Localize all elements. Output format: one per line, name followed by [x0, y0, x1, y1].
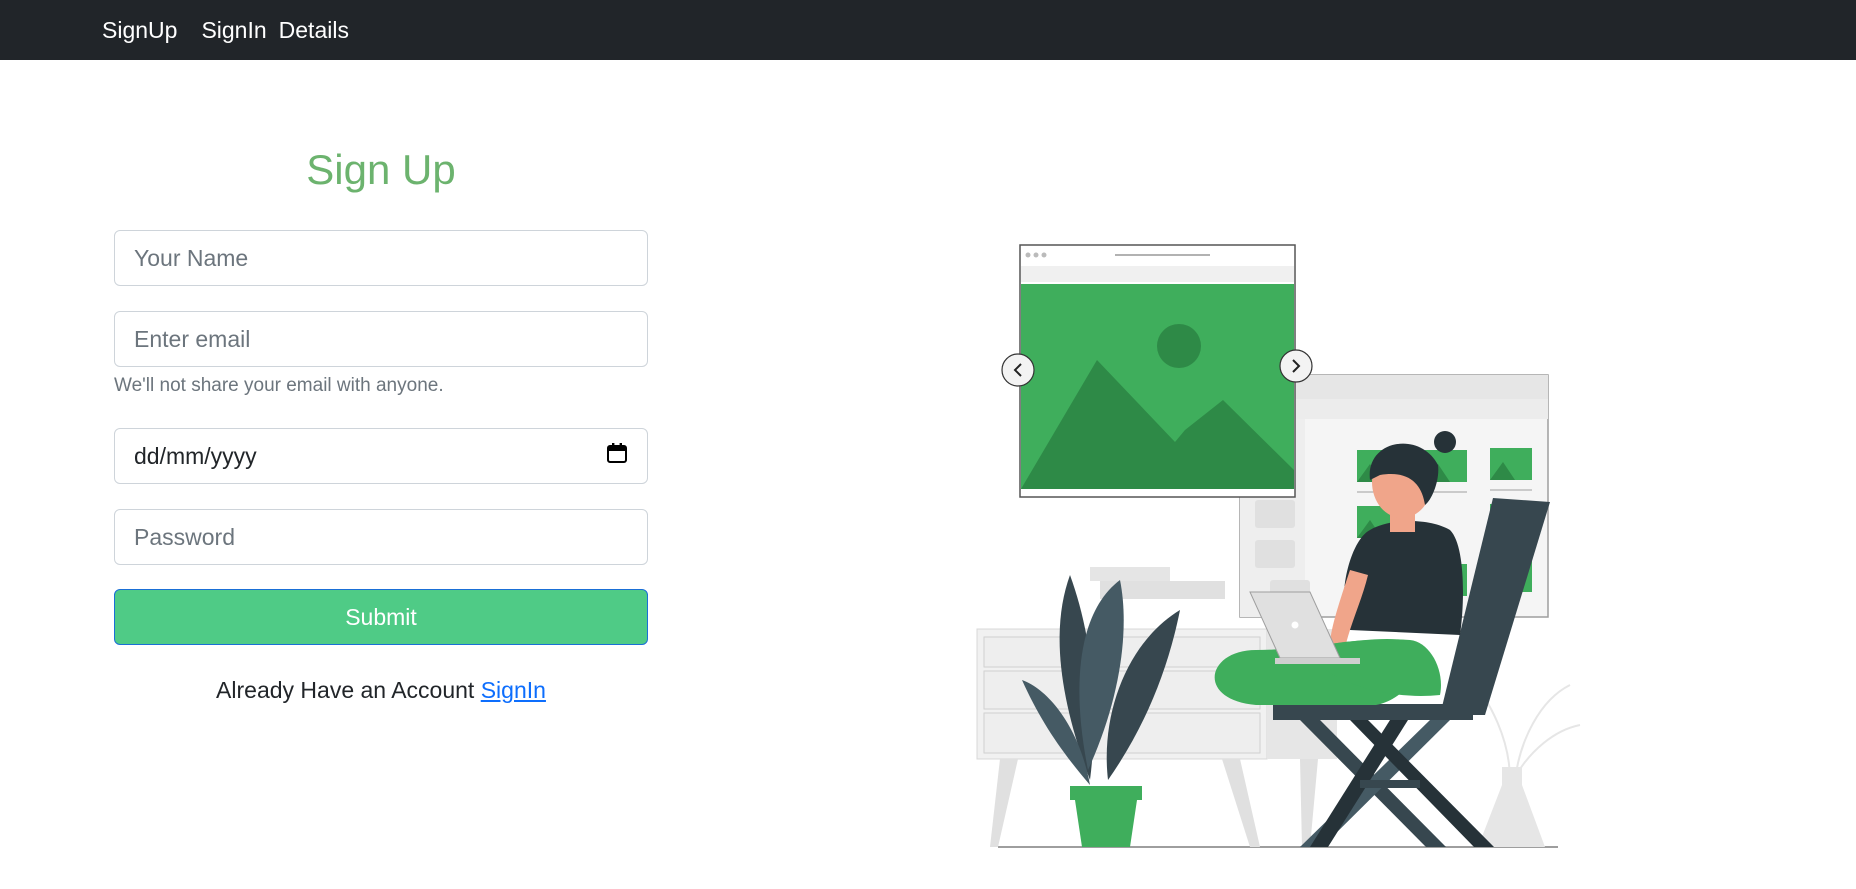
signin-prompt: Already Have an Account SignIn — [114, 677, 648, 704]
password-placeholder: Password — [134, 523, 235, 550]
nav-link-signin[interactable]: SignIn — [201, 17, 266, 44]
name-input[interactable]: Your Name — [114, 230, 648, 286]
signin-link[interactable]: SignIn — [481, 677, 546, 703]
page-title: Sign Up — [306, 146, 456, 193]
password-input[interactable]: Password — [114, 509, 648, 565]
chevron-right-icon[interactable] — [1279, 349, 1313, 383]
chevron-left-icon[interactable] — [1001, 353, 1035, 387]
nav-link-signup[interactable]: SignUp — [102, 17, 177, 44]
date-value: dd/mm/yyyy — [134, 442, 257, 469]
email-placeholder: Enter email — [134, 325, 251, 352]
image-viewer-window — [1019, 244, 1296, 498]
calendar-icon[interactable] — [606, 442, 628, 470]
email-input[interactable]: Enter email — [114, 311, 648, 367]
illustration — [976, 244, 1581, 848]
main-content: Sign Up Your Name Enter email We'll not … — [0, 60, 1856, 889]
name-placeholder: Your Name — [134, 244, 249, 271]
navbar: SignUp SignIn Details — [0, 0, 1856, 60]
date-input[interactable]: dd/mm/yyyy — [114, 428, 648, 484]
already-text: Already Have an Account — [216, 677, 475, 703]
submit-button[interactable]: Submit — [114, 589, 648, 645]
nav-link-details[interactable]: Details — [279, 17, 349, 44]
email-help-text: We'll not share your email with anyone. — [114, 375, 444, 396]
